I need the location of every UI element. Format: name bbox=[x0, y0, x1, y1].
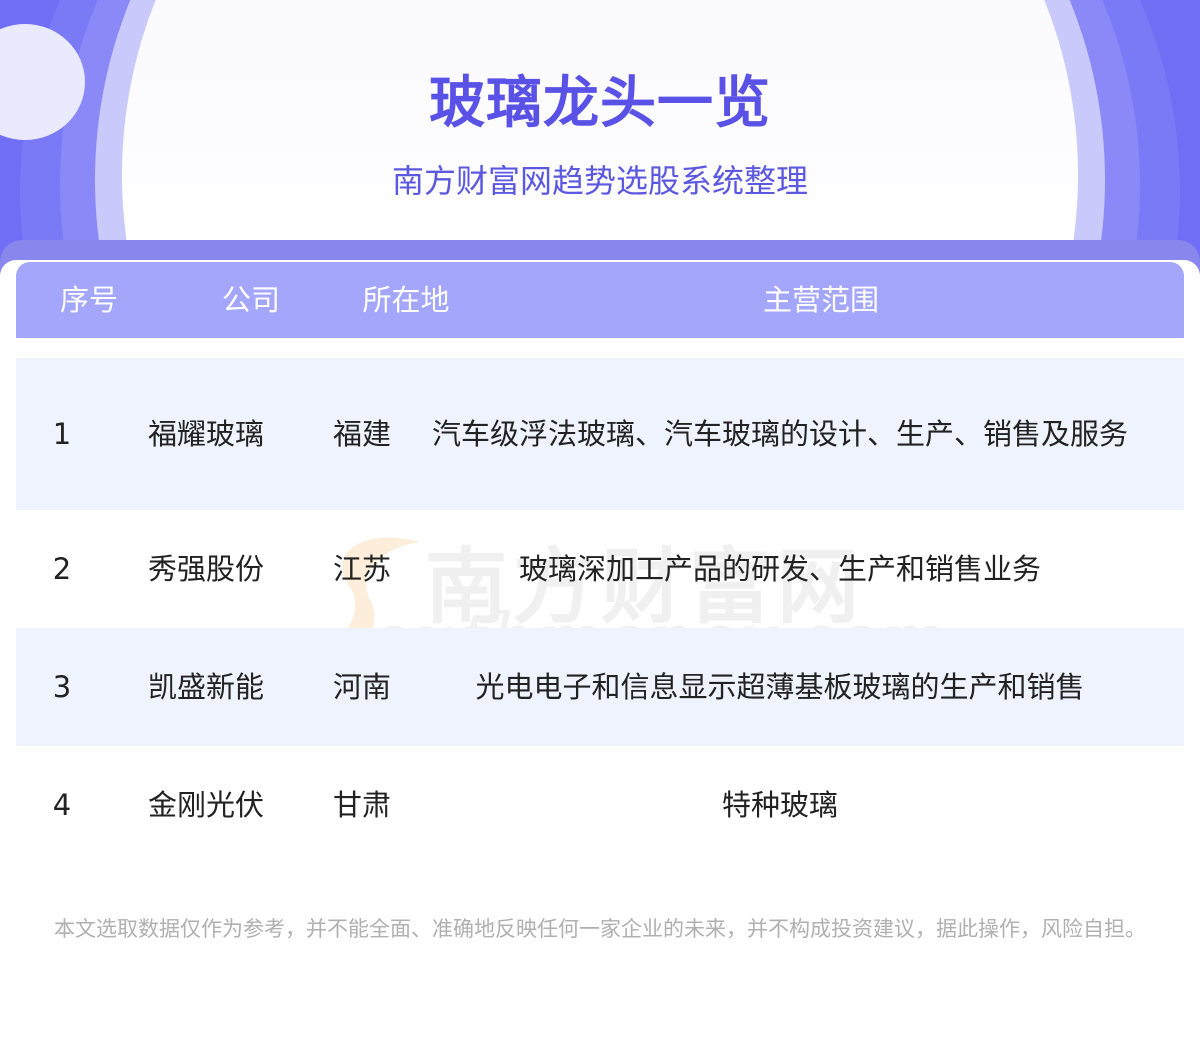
cell-company: 金刚光伏 bbox=[147, 787, 264, 822]
table-header: 序号 公司 所在地 主营范围 bbox=[16, 262, 1184, 338]
cell-location: 福建 bbox=[332, 416, 391, 451]
page-title: 玻璃龙头一览 bbox=[429, 71, 771, 136]
column-header-company: 公司 bbox=[221, 283, 280, 317]
column-header-scope: 主营范围 bbox=[762, 283, 879, 317]
cell-company: 凯盛新能 bbox=[147, 669, 264, 704]
cell-no: 3 bbox=[52, 669, 72, 704]
cell-company: 秀强股份 bbox=[147, 551, 264, 586]
column-header-location: 所在地 bbox=[362, 283, 450, 317]
page-subtitle: 南方财富网趋势选股系统整理 bbox=[391, 162, 808, 200]
table-row: 1 福耀玻璃 福建 汽车级浮法玻璃、汽车玻璃的设计、生产、销售及服务 bbox=[16, 358, 1184, 510]
table-row: 4 金刚光伏 甘肃 特种玻璃 bbox=[16, 746, 1184, 864]
cell-scope: 光电电子和信息显示超薄基板玻璃的生产和销售 bbox=[475, 669, 1085, 704]
cell-no: 1 bbox=[52, 416, 72, 451]
cell-location: 甘肃 bbox=[332, 787, 391, 822]
column-header-no: 序号 bbox=[59, 283, 118, 317]
cell-no: 2 bbox=[52, 551, 72, 586]
cell-scope: 玻璃深加工产品的研发、生产和销售业务 bbox=[518, 551, 1041, 586]
table-row: 3 凯盛新能 河南 光电电子和信息显示超薄基板玻璃的生产和销售 bbox=[16, 628, 1184, 746]
cell-company: 福耀玻璃 bbox=[147, 416, 264, 451]
table-row: 2 秀强股份 江苏 玻璃深加工产品的研发、生产和销售业务 bbox=[16, 510, 1184, 628]
cell-location: 河南 bbox=[332, 669, 391, 704]
cell-scope: 特种玻璃 bbox=[721, 787, 838, 822]
disclaimer: 本文选取数据仅作为参考，并不能全面、准确地反映任何一家企业的未来，并不构成投资建… bbox=[54, 917, 1146, 941]
cell-scope: 汽车级浮法玻璃、汽车玻璃的设计、生产、销售及服务 bbox=[431, 416, 1128, 451]
cell-location: 江苏 bbox=[332, 551, 391, 586]
cell-no: 4 bbox=[52, 787, 72, 822]
